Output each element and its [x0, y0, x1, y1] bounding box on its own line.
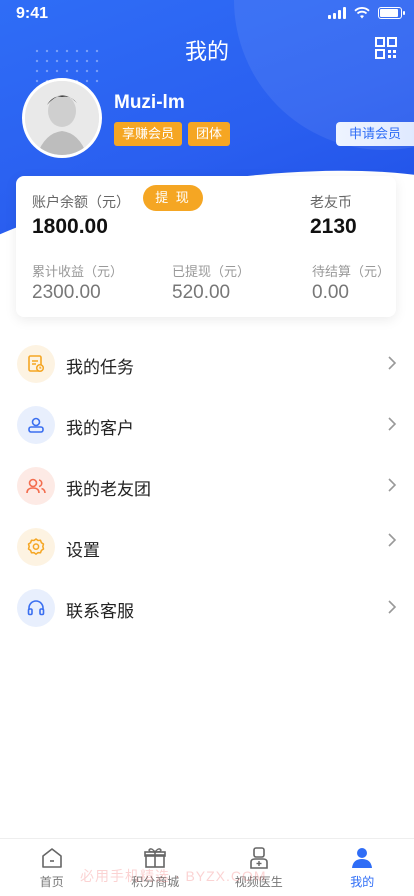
battery-icon — [378, 7, 405, 19]
balance-value: 1800.00 — [32, 215, 108, 238]
task-icon — [17, 345, 55, 383]
headset-icon — [17, 589, 55, 627]
menu-label: 我的老友团 — [66, 480, 151, 499]
menu-label: 我的客户 — [66, 419, 134, 438]
menu-label: 设置 — [66, 541, 100, 560]
customer-icon — [17, 406, 55, 444]
page-title: 我的 — [184, 39, 229, 64]
menu-item-my-customers[interactable]: 我的客户 — [0, 395, 414, 456]
wallet-card: 账户余额（元） 提 现 1800.00 老友币 2130 累计收益（元） 230… — [16, 176, 396, 317]
status-bar: 9:41 — [0, 0, 414, 28]
wifi-icon — [354, 7, 370, 19]
chevron-right-icon — [388, 356, 397, 370]
tab-home[interactable]: 首页 — [0, 839, 104, 896]
pending-value: 0.00 — [312, 282, 349, 303]
coin-label: 老友币 — [310, 194, 352, 210]
signal-icon — [328, 7, 346, 19]
profile-icon — [352, 848, 373, 868]
tab-label: 视频医生 — [234, 875, 283, 889]
status-time: 9:41 — [16, 5, 49, 22]
chevron-right-icon — [388, 600, 397, 614]
tab-label: 首页 — [39, 875, 64, 889]
tab-label: 我的 — [350, 875, 375, 889]
menu-item-my-tasks[interactable]: 我的任务 — [0, 334, 414, 395]
doctor-icon — [249, 847, 268, 869]
member-badge: 享赚会员 — [114, 122, 183, 146]
total-earnings-value: 2300.00 — [32, 282, 101, 303]
menu-item-my-friend-group[interactable]: 我的老友团 — [0, 456, 414, 517]
apply-membership-button[interactable]: 申请会员 — [336, 122, 414, 146]
tab-video-doctor[interactable]: 视频医生 — [207, 839, 311, 896]
tab-points-mall[interactable]: 积分商城 — [104, 839, 208, 896]
menu-item-settings[interactable]: 设置 — [0, 517, 414, 578]
menu-item-contact-support[interactable]: 联系客服 — [0, 578, 414, 639]
withdrawn-value: 520.00 — [172, 282, 231, 303]
tab-mine[interactable]: 我的 — [311, 839, 414, 896]
settings-icon — [17, 528, 55, 566]
home-icon — [41, 848, 62, 868]
menu-label: 联系客服 — [66, 602, 134, 621]
bottom-tab-bar: 首页 积分商城 视频医生 我的 — [0, 838, 414, 896]
coin-value: 2130 — [310, 215, 357, 238]
chevron-right-icon — [388, 417, 397, 431]
chevron-right-icon — [388, 478, 397, 492]
total-earnings-label: 累计收益（元） — [32, 264, 124, 279]
avatar[interactable] — [22, 78, 102, 158]
chevron-right-icon — [388, 533, 397, 547]
username: Muzi-lm — [114, 92, 185, 113]
pending-label: 待结算（元） — [312, 264, 391, 279]
balance-label: 账户余额（元） — [32, 194, 130, 210]
withdraw-button[interactable]: 提 现 — [143, 185, 203, 211]
group-icon — [17, 467, 55, 505]
tab-label: 积分商城 — [131, 875, 180, 889]
withdrawn-label: 已提现（元） — [172, 264, 251, 279]
menu-label: 我的任务 — [66, 358, 134, 377]
qr-scan-icon[interactable] — [374, 36, 398, 60]
gift-icon — [144, 848, 167, 868]
menu-list: 我的任务 我的客户 我的老友团 设置 联系客服 — [0, 334, 414, 639]
group-badge: 团体 — [188, 122, 231, 146]
